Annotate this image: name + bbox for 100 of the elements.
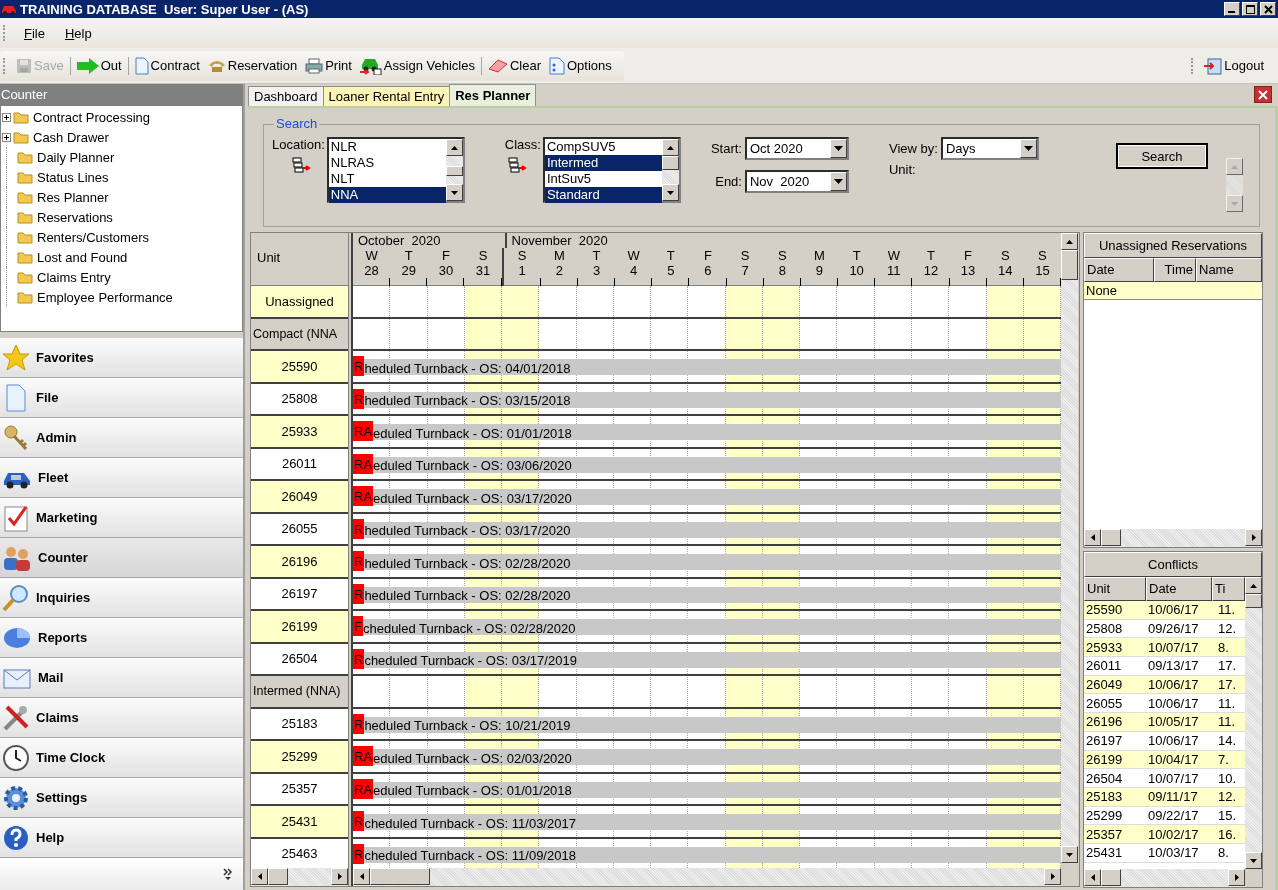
up-arrow-icon[interactable] — [1066, 239, 1073, 244]
left-arrow-icon[interactable] — [359, 873, 364, 880]
toolbar-button[interactable]: Out — [72, 53, 126, 78]
multi-select-icon[interactable] — [506, 156, 527, 176]
reservation-bar[interactable]: Rheduled Turnback - OS: 03/17/2020 — [353, 518, 1061, 539]
expand-icon[interactable] — [2, 112, 11, 122]
list-item[interactable]: CompSUV5 — [544, 139, 662, 155]
nav-button[interactable]: File — [0, 378, 243, 418]
toolbar-button[interactable]: Contract — [130, 53, 204, 78]
nav-button[interactable]: Claims — [0, 698, 243, 738]
reservation-bar[interactable]: Rheduled Turnback - OS: 02/28/2020 — [353, 583, 1061, 604]
list-item[interactable]: NLT — [328, 171, 446, 187]
scroll-thumb[interactable] — [1061, 250, 1078, 280]
unit-cell[interactable]: 25431 — [251, 806, 348, 839]
right-arrow-icon[interactable] — [1050, 873, 1055, 880]
up-arrow-icon[interactable] — [450, 145, 458, 150]
scroll-thumb[interactable] — [268, 868, 288, 885]
unit-cell[interactable]: 26196 — [251, 546, 348, 579]
multi-select-icon[interactable] — [290, 156, 311, 176]
tree-item[interactable]: Daily Planner — [35, 149, 117, 165]
tab[interactable]: Loaner Rental Entry — [322, 86, 451, 106]
left-arrow-icon[interactable] — [1090, 874, 1095, 881]
tree-item[interactable]: Cash Drawer — [31, 129, 111, 145]
reservation-bar[interactable]: RAeduled Turnback - OS: 03/06/2020 — [353, 453, 1061, 474]
right-arrow-icon[interactable] — [337, 873, 342, 880]
tree-item[interactable]: Employee Performance — [35, 289, 175, 305]
left-arrow-icon[interactable] — [257, 873, 262, 880]
nav-button[interactable]: Counter — [0, 538, 243, 578]
reservation-bar[interactable]: Rcheduled Turnback - OS: 11/03/2017 — [353, 811, 1061, 831]
scroll-thumb[interactable] — [445, 166, 463, 176]
down-arrow-icon[interactable] — [1066, 852, 1073, 857]
tree-item[interactable]: Reservations — [35, 209, 115, 225]
reservation-bar[interactable]: RAeduled Turnback - OS: 03/17/2020 — [353, 486, 1061, 506]
nav-button[interactable]: Favorites — [0, 338, 243, 378]
unit-cell[interactable]: 26197 — [251, 578, 348, 611]
unit-cell[interactable]: 25590 — [251, 351, 348, 384]
reservation-bar[interactable]: Rcheduled Turnback - OS: 11/09/2018 — [353, 843, 1061, 864]
list-row[interactable]: None — [1084, 282, 1262, 300]
tree-item[interactable]: Res Planner — [35, 189, 111, 205]
tree-item[interactable]: Renters/Customers — [35, 229, 151, 245]
reservation-bar[interactable]: RAeduled Turnback - OS: 01/01/2018 — [353, 421, 1061, 441]
tree-item[interactable]: Claims Entry — [35, 269, 113, 285]
nav-button[interactable]: Admin — [0, 418, 243, 458]
reservation-bar[interactable]: Rheduled Turnback - OS: 04/01/2018 — [353, 356, 1061, 376]
scroll-thumb[interactable] — [370, 868, 430, 885]
column-header[interactable]: Ti — [1212, 577, 1245, 601]
tab[interactable]: Res Planner — [449, 84, 537, 106]
reservation-bar[interactable]: Rcheduled Turnback - OS: 03/17/2019 — [353, 648, 1061, 669]
right-arrow-icon[interactable] — [1251, 534, 1256, 541]
list-box[interactable]: CompSUV5 Intermed IntSuv5 Standard — [542, 137, 681, 203]
down-arrow-icon[interactable] — [666, 190, 674, 195]
search-button[interactable]: Search — [1116, 143, 1208, 169]
nav-button[interactable]: Mail — [0, 658, 243, 698]
end-dropdown[interactable]: Nov 2020 — [744, 170, 849, 193]
minimize-button[interactable] — [1224, 2, 1240, 16]
column-header[interactable]: Date — [1146, 577, 1212, 601]
unit-cell[interactable]: 25357 — [251, 773, 348, 806]
view-by-dropdown[interactable]: Days — [940, 137, 1039, 160]
list-item[interactable]: NNA — [328, 187, 446, 203]
scroll-thumb[interactable] — [1245, 594, 1262, 608]
reservation-bar[interactable]: Fcheduled Turnback - OS: 02/28/2020 — [353, 616, 1061, 636]
list-row[interactable]: 26196 10/05/17 11. — [1084, 713, 1245, 732]
reservation-bar[interactable]: RAeduled Turnback - OS: 01/01/2018 — [353, 778, 1061, 799]
maximize-button[interactable] — [1242, 2, 1258, 16]
unit-cell[interactable]: 26504 — [251, 643, 348, 676]
toolbar-button[interactable]: Options — [545, 53, 616, 78]
down-arrow-icon[interactable] — [1250, 858, 1257, 863]
down-arrow-icon[interactable] — [450, 190, 458, 195]
tree-item[interactable]: Lost and Found — [35, 249, 130, 265]
unit-cell[interactable]: 26055 — [251, 513, 348, 546]
list-item[interactable]: IntSuv5 — [544, 171, 662, 187]
tree-item[interactable]: Status Lines — [35, 169, 111, 185]
list-row[interactable]: 25590 10/06/17 11. — [1084, 601, 1245, 620]
column-header[interactable]: Time — [1154, 258, 1196, 282]
reservation-bar[interactable]: Rheduled Turnback - OS: 02/28/2020 — [353, 551, 1061, 571]
left-arrow-icon[interactable] — [1090, 534, 1095, 541]
reservation-bar[interactable]: Rheduled Turnback - OS: 10/21/2019 — [353, 713, 1061, 734]
nav-button[interactable]: Help — [0, 818, 243, 858]
list-row[interactable]: 25357 10/02/17 16. — [1084, 825, 1245, 844]
unit-cell[interactable]: 26011 — [251, 448, 348, 481]
list-item[interactable]: NLR — [328, 139, 446, 155]
toolbar-button[interactable]: Assign Vehicles — [355, 53, 479, 78]
unit-cell[interactable]: 25299 — [251, 741, 348, 774]
scroll-thumb[interactable] — [1101, 869, 1121, 886]
list-item[interactable]: NLRAS — [328, 155, 446, 171]
start-dropdown[interactable]: Oct 2020 — [744, 137, 849, 160]
scroll-thumb[interactable] — [1101, 529, 1121, 546]
list-item[interactable]: Standard — [544, 187, 662, 203]
unit-cell[interactable]: Unassigned — [251, 286, 348, 319]
toolbar-button[interactable]: Clear — [483, 53, 545, 78]
nav-button[interactable]: Reports — [0, 618, 243, 658]
unit-cell[interactable]: 25183 — [251, 708, 348, 741]
logout-button[interactable]: Logout — [1200, 53, 1268, 78]
nav-button[interactable]: Settings — [0, 778, 243, 818]
menu-item[interactable]: File — [16, 23, 53, 43]
unit-cell[interactable]: 25463 — [251, 838, 348, 868]
expand-icon[interactable] — [2, 132, 11, 142]
list-row[interactable]: 25933 10/07/17 8. — [1084, 638, 1245, 658]
chevron-icon[interactable] — [223, 868, 233, 880]
reservation-bar[interactable]: RAeduled Turnback - OS: 02/03/2020 — [353, 746, 1061, 766]
